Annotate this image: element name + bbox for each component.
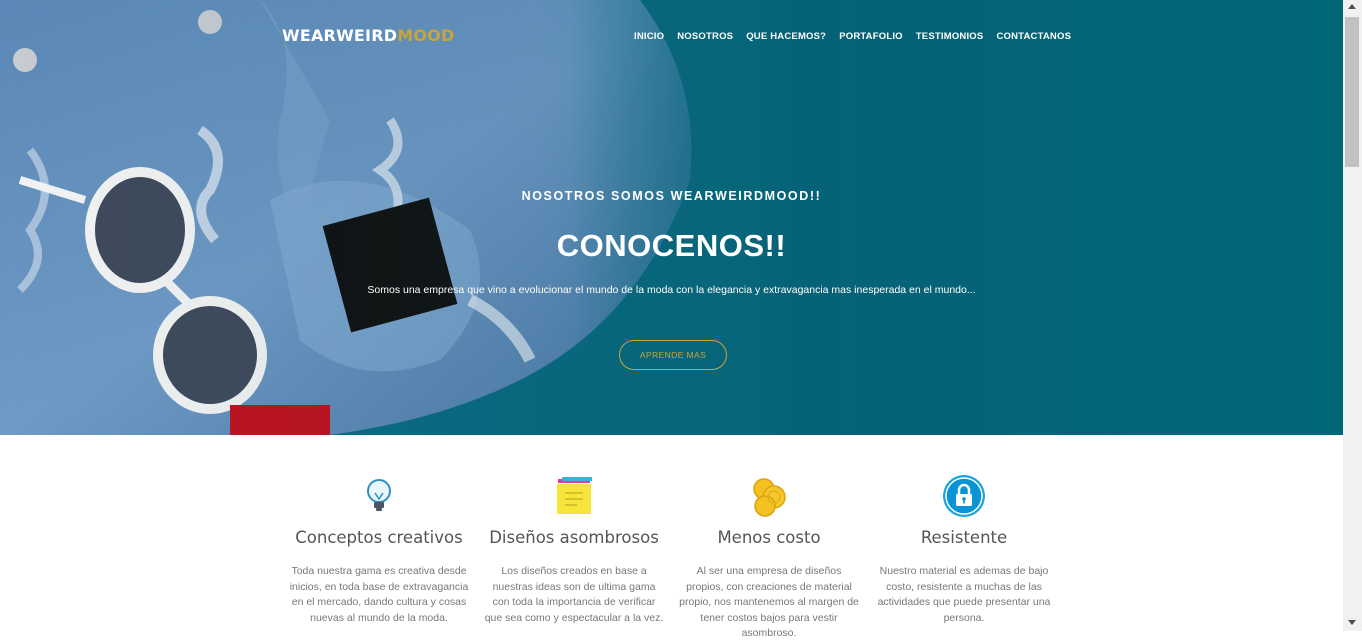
page-scrollbar[interactable]	[1343, 0, 1362, 631]
nav-item-inicio[interactable]: INICIO	[634, 31, 664, 42]
lightbulb-icon	[367, 479, 391, 511]
nav-item-que-hacemos[interactable]: QUE HACEMOS?	[746, 31, 826, 42]
features-section: Conceptos creativos Toda nuestra gama es…	[0, 435, 1343, 639]
learn-more-button[interactable]: APRENDE MAS	[619, 340, 727, 370]
scroll-down-arrow-icon[interactable]	[1348, 620, 1356, 625]
coins-icon	[753, 478, 786, 517]
lock-icon	[943, 475, 985, 517]
hero-title: CONOCENOS!!	[556, 228, 787, 263]
feature-title: Resistente	[920, 528, 1008, 547]
hero-kicker: NOSOTROS SOMOS WEARWEIRDMOOD!!	[521, 189, 822, 203]
brand-logo[interactable]: WEARWEIRDMOOD	[282, 26, 454, 45]
main-nav: INICIO NOSOTROS QUE HACEMOS? PORTAFOLIO …	[634, 31, 1084, 42]
scroll-up-arrow-icon[interactable]	[1348, 4, 1356, 9]
scroll-thumb[interactable]	[1345, 17, 1359, 167]
feature-text: Los diseños creados en base a nuestras i…	[484, 565, 664, 624]
brand-name-main: WEARWEIRD	[282, 26, 398, 45]
nav-item-portafolio[interactable]: PORTAFOLIO	[839, 31, 903, 42]
hero-section: WEARWEIRDMOOD INICIO NOSOTROS QUE HACEMO…	[0, 0, 1343, 435]
nav-item-contactanos[interactable]: CONTACTANOS	[996, 31, 1071, 42]
feature-title: Diseños asombrosos	[489, 528, 659, 547]
feature-text: Nuestro material es ademas de bajo costo…	[877, 565, 1051, 624]
hero-description: Somos una empresa que vino a evolucionar…	[367, 284, 976, 296]
feature-title: Conceptos creativos	[295, 528, 463, 547]
nav-item-nosotros[interactable]: NOSOTROS	[677, 31, 733, 42]
feature-text: Toda nuestra gama es creativa desde inic…	[289, 565, 469, 624]
brand-name-accent: MOOD	[397, 26, 455, 45]
nav-item-testimonios[interactable]: TESTIMONIOS	[916, 31, 984, 42]
feature-text: Al ser una empresa de diseños propios, c…	[679, 565, 859, 639]
sticky-notes-icon	[557, 477, 592, 514]
feature-title: Menos costo	[717, 528, 821, 547]
